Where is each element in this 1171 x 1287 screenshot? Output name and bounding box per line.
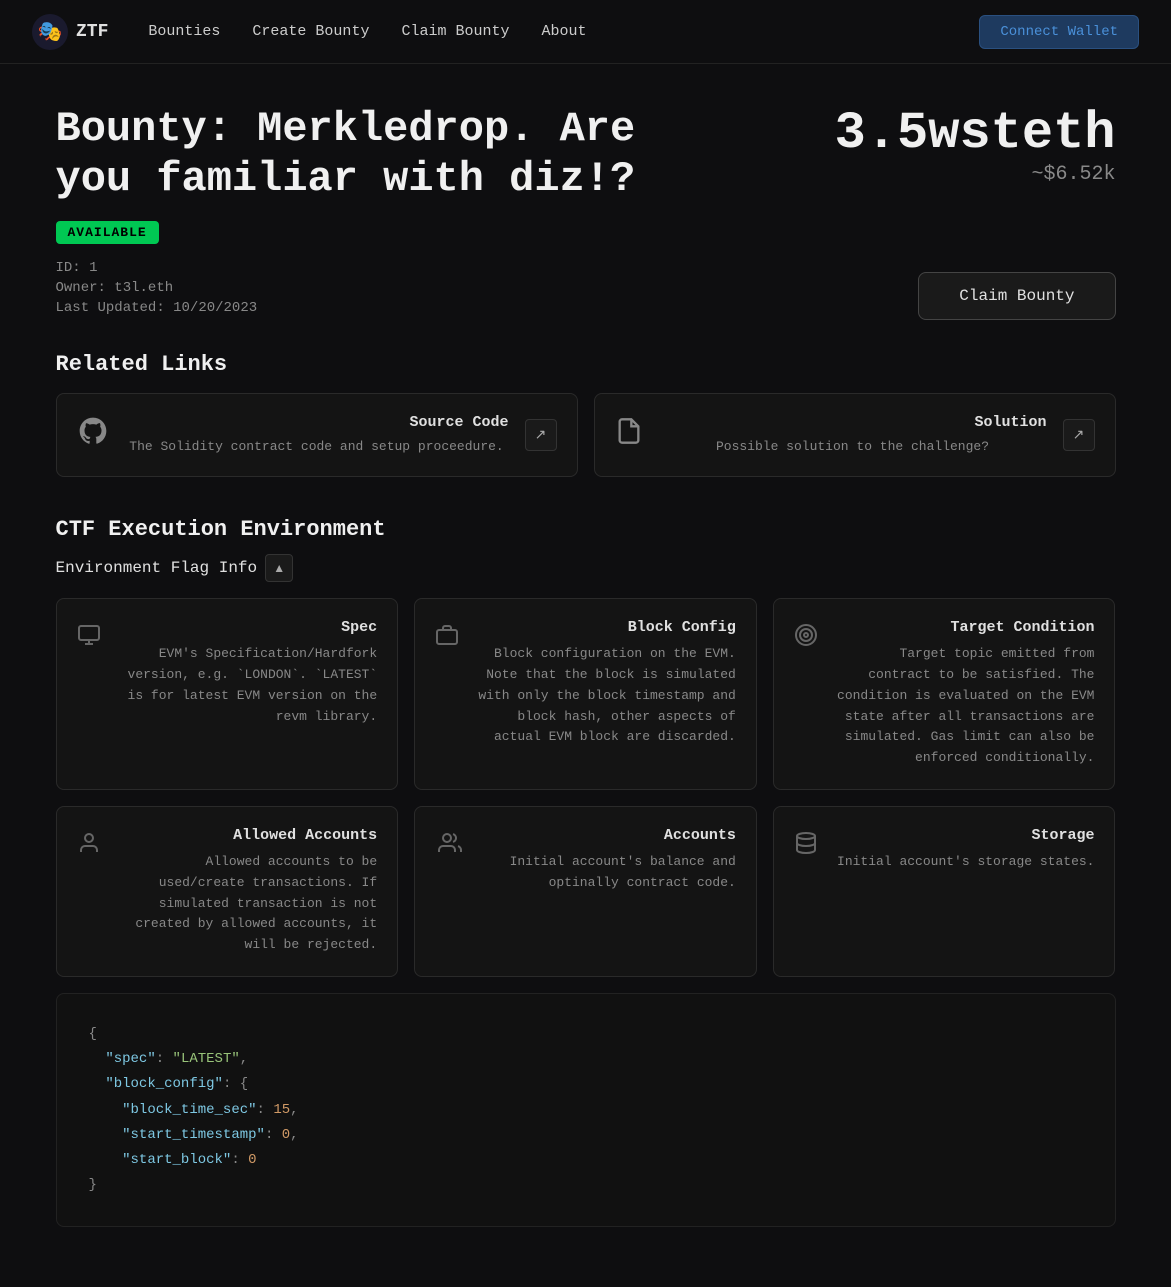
- status-badge: AVAILABLE: [56, 221, 159, 244]
- block-config-title: Block Config: [471, 619, 736, 636]
- source-code-card[interactable]: Source Code The Solidity contract code a…: [56, 393, 578, 478]
- claim-bounty-button[interactable]: Claim Bounty: [918, 272, 1115, 320]
- allowed-accounts-title: Allowed Accounts: [113, 827, 378, 844]
- monitor-icon: [77, 623, 101, 654]
- target-condition-title: Target Condition: [830, 619, 1095, 636]
- solution-desc: Possible solution to the challenge?: [659, 437, 1047, 457]
- code-block: { "spec": "LATEST", "block_config": { "b…: [56, 993, 1116, 1227]
- storage-icon: [794, 831, 818, 862]
- related-links-title: Related Links: [56, 352, 1116, 377]
- github-icon: [77, 415, 109, 456]
- env-cards-top-row: Spec EVM's Specification/Hardfork versio…: [56, 598, 1116, 790]
- connect-wallet-button[interactable]: Connect Wallet: [979, 15, 1139, 49]
- target-condition-desc: Target topic emitted from contract to be…: [830, 644, 1095, 769]
- main-content: Bounty: Merkledrop. Are you familiar wit…: [36, 64, 1136, 1287]
- logo-text: ZTF: [76, 22, 108, 42]
- env-flag-chevron-button[interactable]: ▲: [265, 554, 293, 582]
- solution-content: Solution Possible solution to the challe…: [659, 414, 1047, 457]
- code-line-2: "spec": "LATEST",: [89, 1047, 1083, 1072]
- solution-link-icon[interactable]: ↗: [1063, 419, 1095, 451]
- solution-title: Solution: [659, 414, 1047, 431]
- meta-owner-row: Owner: t3l.eth: [56, 280, 258, 296]
- block-config-content: Block Config Block configuration on the …: [471, 619, 736, 748]
- ctf-section-title: CTF Execution Environment: [56, 517, 1116, 542]
- allowed-accounts-content: Allowed Accounts Allowed accounts to be …: [113, 827, 378, 956]
- spec-card-content: Spec EVM's Specification/Hardfork versio…: [113, 619, 378, 727]
- code-line-3: "block_config": {: [89, 1072, 1083, 1097]
- related-links-grid: Source Code The Solidity contract code a…: [56, 393, 1116, 478]
- bounty-header: Bounty: Merkledrop. Are you familiar wit…: [56, 104, 1116, 205]
- doc-icon: [615, 417, 643, 454]
- accounts-card: Accounts Initial account's balance and o…: [414, 806, 757, 977]
- solution-card[interactable]: Solution Possible solution to the challe…: [594, 393, 1116, 478]
- env-cards-bottom-row: Allowed Accounts Allowed accounts to be …: [56, 806, 1116, 977]
- env-flag-label: Environment Flag Info: [56, 559, 258, 577]
- meta-id-row: ID: 1: [56, 260, 258, 276]
- source-code-link-icon[interactable]: ↗: [525, 419, 557, 451]
- source-code-desc: The Solidity contract code and setup pro…: [125, 437, 509, 457]
- storage-card: Storage Initial account's storage states…: [773, 806, 1116, 977]
- nav-link-bounties[interactable]: Bounties: [148, 23, 220, 40]
- code-line-1: {: [89, 1022, 1083, 1047]
- group-icon: [435, 831, 463, 862]
- spec-card-title: Spec: [113, 619, 378, 636]
- spec-card: Spec EVM's Specification/Hardfork versio…: [56, 598, 399, 790]
- block-icon: [435, 623, 459, 654]
- nav-link-claim-bounty[interactable]: Claim Bounty: [401, 23, 509, 40]
- storage-content: Storage Initial account's storage states…: [830, 827, 1095, 873]
- storage-title: Storage: [830, 827, 1095, 844]
- block-config-card: Block Config Block configuration on the …: [414, 598, 757, 790]
- allowed-accounts-desc: Allowed accounts to be used/create trans…: [113, 852, 378, 956]
- logo-icon: 🎭: [32, 14, 68, 50]
- bounty-owner: Owner: t3l.eth: [56, 280, 174, 296]
- accounts-desc: Initial account's balance and optinally …: [475, 852, 736, 894]
- reward-amount: 3.5wsteth: [835, 104, 1116, 163]
- storage-desc: Initial account's storage states.: [830, 852, 1095, 873]
- accounts-content: Accounts Initial account's balance and o…: [475, 827, 736, 894]
- accounts-title: Accounts: [475, 827, 736, 844]
- target-icon: [794, 623, 818, 654]
- person-icon: [77, 831, 101, 862]
- bounty-meta: ID: 1 Owner: t3l.eth Last Updated: 10/20…: [56, 260, 258, 320]
- bounty-reward: 3.5wsteth ~$6.52k: [835, 104, 1116, 186]
- target-condition-card: Target Condition Target topic emitted fr…: [773, 598, 1116, 790]
- target-condition-content: Target Condition Target topic emitted fr…: [830, 619, 1095, 769]
- meta-updated-row: Last Updated: 10/20/2023: [56, 300, 258, 316]
- allowed-accounts-card: Allowed Accounts Allowed accounts to be …: [56, 806, 399, 977]
- block-config-desc: Block configuration on the EVM. Note tha…: [471, 644, 736, 748]
- bounty-title: Bounty: Merkledrop. Are you familiar wit…: [56, 104, 706, 205]
- bounty-last-updated: Last Updated: 10/20/2023: [56, 300, 258, 316]
- reward-usd: ~$6.52k: [835, 163, 1116, 186]
- navbar: 🎭 ZTF Bounties Create Bounty Claim Bount…: [0, 0, 1171, 64]
- env-flag-bar: Environment Flag Info ▲: [56, 554, 1116, 582]
- code-line-7: }: [89, 1173, 1083, 1198]
- bounty-id: ID: 1: [56, 260, 98, 276]
- code-line-4: "block_time_sec": 15,: [89, 1098, 1083, 1123]
- nav-link-create-bounty[interactable]: Create Bounty: [252, 23, 369, 40]
- nav-links: Bounties Create Bounty Claim Bounty Abou…: [148, 23, 979, 40]
- spec-card-desc: EVM's Specification/Hardfork version, e.…: [113, 644, 378, 727]
- source-code-title: Source Code: [125, 414, 509, 431]
- nav-link-about[interactable]: About: [541, 23, 586, 40]
- nav-logo[interactable]: 🎭 ZTF: [32, 14, 108, 50]
- code-line-6: "start_block": 0: [89, 1148, 1083, 1173]
- code-line-5: "start_timestamp": 0,: [89, 1123, 1083, 1148]
- source-code-content: Source Code The Solidity contract code a…: [125, 414, 509, 457]
